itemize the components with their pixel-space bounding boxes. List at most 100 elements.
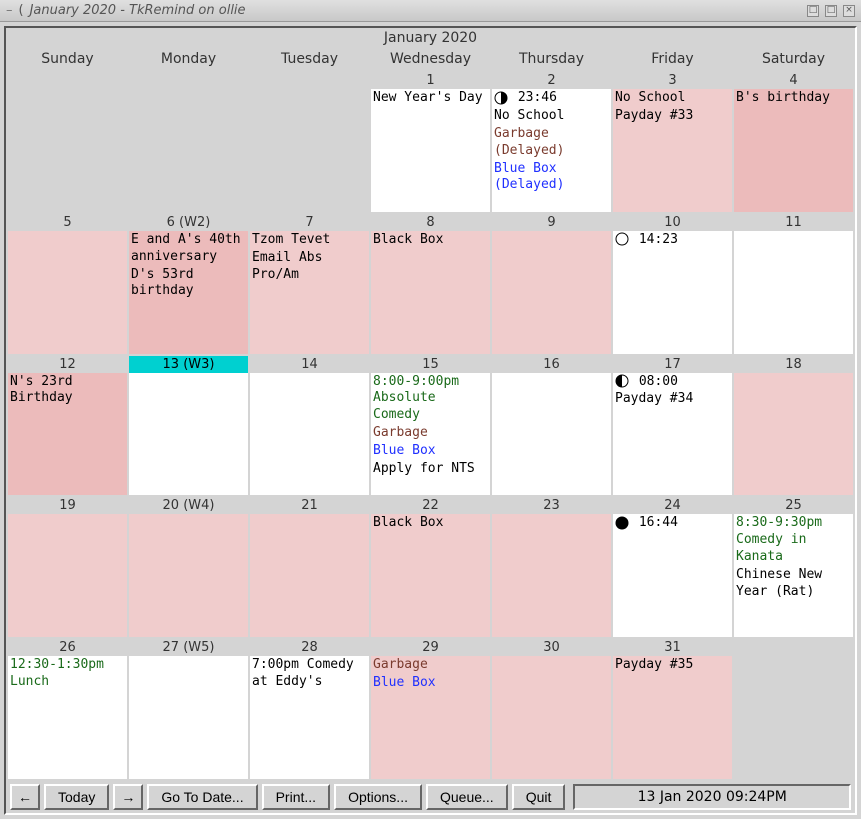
calendar-event[interactable]: E and A's 40th anniversary (131, 232, 246, 266)
calendar-cell[interactable]: 19 (8, 497, 127, 637)
day-body[interactable]: Black Box (371, 231, 490, 354)
calendar-event[interactable]: 08:00 (615, 374, 730, 391)
calendar-cell[interactable]: 21 (250, 497, 369, 637)
calendar-event[interactable]: 7:00pm Comedy at Eddy's (252, 657, 367, 691)
day-body[interactable]: No SchoolPayday #33 (613, 89, 732, 212)
calendar-event[interactable]: Blue Box (373, 675, 488, 692)
day-body[interactable] (734, 373, 853, 496)
calendar-event[interactable]: 16:44 (615, 515, 730, 532)
calendar-event[interactable]: Payday #33 (615, 108, 730, 125)
day-body[interactable] (250, 74, 369, 212)
prev-month-button[interactable]: ← (10, 784, 40, 810)
calendar-event[interactable]: D's 53rd birthday (131, 267, 246, 301)
calendar-event[interactable]: N's 23rd Birthday (10, 374, 125, 408)
close-button[interactable]: × (843, 5, 855, 17)
calendar-cell[interactable] (129, 72, 248, 212)
calendar-cell[interactable]: 11 (734, 214, 853, 354)
day-body[interactable] (492, 231, 611, 354)
calendar-cell[interactable]: 29GarbageBlue Box (371, 639, 490, 779)
day-body[interactable]: 8:30-9:30pm Comedy in KanataChinese New … (734, 514, 853, 637)
quit-button[interactable]: Quit (512, 784, 566, 810)
calendar-cell[interactable] (250, 72, 369, 212)
day-body[interactable] (250, 373, 369, 496)
calendar-event[interactable]: Payday #35 (615, 657, 730, 674)
calendar-event[interactable]: Blue Box (373, 443, 488, 460)
calendar-cell[interactable]: 287:00pm Comedy at Eddy's (250, 639, 369, 779)
day-body[interactable]: E and A's 40th anniversaryD's 53rd birth… (129, 231, 248, 354)
calendar-event[interactable]: Payday #34 (615, 391, 730, 408)
day-body[interactable]: B's birthday (734, 89, 853, 212)
calendar-cell[interactable]: 5 (8, 214, 127, 354)
day-body[interactable]: 16:44 (613, 514, 732, 637)
calendar-cell[interactable]: 27 (W5) (129, 639, 248, 779)
day-body[interactable]: 8:00-9:00pm Absolute ComedyGarbageBlue B… (371, 373, 490, 496)
calendar-cell[interactable]: 6 (W2)E and A's 40th anniversaryD's 53rd… (129, 214, 248, 354)
day-body[interactable] (492, 656, 611, 779)
today-button[interactable]: Today (44, 784, 109, 810)
day-body[interactable]: 14:23 (613, 231, 732, 354)
day-body[interactable] (129, 373, 248, 496)
maximize-button[interactable]: □ (825, 5, 837, 17)
calendar-cell[interactable]: 17 08:00Payday #34 (613, 356, 732, 496)
calendar-event[interactable]: 8:00-9:00pm Absolute Comedy (373, 374, 488, 425)
calendar-cell[interactable]: 20 (W4) (129, 497, 248, 637)
window-titlebar[interactable]: – ( January 2020 - TkRemind on ollie □ □… (0, 0, 861, 22)
calendar-cell[interactable]: 24 16:44 (613, 497, 732, 637)
print-button[interactable]: Print... (262, 784, 330, 810)
day-body[interactable] (492, 373, 611, 496)
calendar-event[interactable]: Black Box (373, 515, 488, 532)
calendar-cell[interactable]: 2 23:46No SchoolGarbage (Delayed)Blue Bo… (492, 72, 611, 212)
calendar-event[interactable]: New Year's Day (373, 90, 488, 107)
day-body[interactable]: 7:00pm Comedy at Eddy's (250, 656, 369, 779)
day-body[interactable]: 12:30-1:30pm Lunch (8, 656, 127, 779)
calendar-cell[interactable]: 8Black Box (371, 214, 490, 354)
calendar-event[interactable]: Chinese New Year (Rat) (736, 567, 851, 601)
day-body[interactable] (8, 231, 127, 354)
options-button[interactable]: Options... (334, 784, 422, 810)
calendar-cell[interactable]: 9 (492, 214, 611, 354)
day-body[interactable] (129, 656, 248, 779)
calendar-cell[interactable]: 3No SchoolPayday #33 (613, 72, 732, 212)
calendar-event[interactable]: 8:30-9:30pm Comedy in Kanata (736, 515, 851, 566)
goto-date-button[interactable]: Go To Date... (147, 784, 257, 810)
day-body[interactable] (492, 514, 611, 637)
next-month-button[interactable]: → (113, 784, 143, 810)
calendar-cell[interactable]: 18 (734, 356, 853, 496)
calendar-cell[interactable]: 30 (492, 639, 611, 779)
calendar-cell[interactable]: 10 14:23 (613, 214, 732, 354)
calendar-event[interactable]: Email Abs Pro/Am (252, 250, 367, 284)
calendar-event[interactable]: No School (494, 108, 609, 125)
day-body[interactable]: 23:46No SchoolGarbage (Delayed)Blue Box … (492, 89, 611, 212)
calendar-cell[interactable]: 13 (W3) (129, 356, 248, 496)
day-body[interactable]: N's 23rd Birthday (8, 373, 127, 496)
calendar-cell[interactable] (734, 639, 853, 779)
calendar-event[interactable]: Garbage (Delayed) (494, 126, 609, 160)
calendar-cell[interactable]: 2612:30-1:30pm Lunch (8, 639, 127, 779)
calendar-cell[interactable]: 7Tzom TevetEmail Abs Pro/Am (250, 214, 369, 354)
day-body[interactable] (8, 74, 127, 212)
day-body[interactable]: GarbageBlue Box (371, 656, 490, 779)
calendar-cell[interactable]: 22Black Box (371, 497, 490, 637)
day-body[interactable] (734, 641, 853, 779)
calendar-cell[interactable]: 158:00-9:00pm Absolute ComedyGarbageBlue… (371, 356, 490, 496)
calendar-event[interactable]: Garbage (373, 657, 488, 674)
calendar-cell[interactable]: 23 (492, 497, 611, 637)
window-menu-icon[interactable]: – (6, 3, 13, 18)
calendar-cell[interactable]: 1New Year's Day (371, 72, 490, 212)
calendar-cell[interactable] (8, 72, 127, 212)
day-body[interactable]: Black Box (371, 514, 490, 637)
minimize-button[interactable]: □ (807, 5, 819, 17)
calendar-event[interactable]: Apply for NTS (373, 461, 488, 478)
calendar-cell[interactable]: 16 (492, 356, 611, 496)
day-body[interactable]: New Year's Day (371, 89, 490, 212)
day-body[interactable]: Tzom TevetEmail Abs Pro/Am (250, 231, 369, 354)
calendar-event[interactable]: 12:30-1:30pm Lunch (10, 657, 125, 691)
calendar-event[interactable]: Garbage (373, 425, 488, 442)
calendar-cell[interactable]: 31Payday #35 (613, 639, 732, 779)
calendar-event[interactable]: 23:46 (494, 90, 609, 107)
day-body[interactable] (8, 514, 127, 637)
queue-button[interactable]: Queue... (426, 784, 508, 810)
day-body[interactable] (129, 74, 248, 212)
calendar-event[interactable]: Black Box (373, 232, 488, 249)
calendar-event[interactable]: 14:23 (615, 232, 730, 249)
